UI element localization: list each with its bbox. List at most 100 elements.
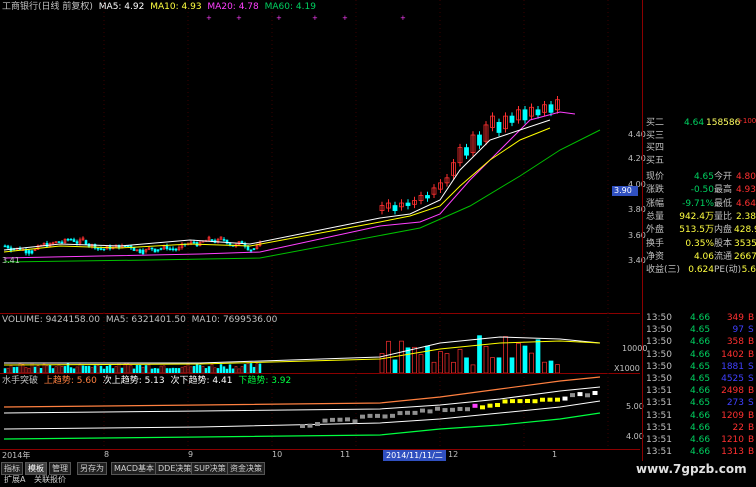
volume-bar xyxy=(548,360,554,373)
date-label: 10 xyxy=(272,450,283,459)
indicator-block xyxy=(592,390,598,395)
tick-time: 13:51 xyxy=(646,422,672,433)
tab-7[interactable]: 资金决策 xyxy=(227,462,265,475)
tick-price: 4.66 xyxy=(690,386,711,397)
volume-bar xyxy=(105,365,109,373)
tab-6[interactable]: SUP决策 xyxy=(191,462,229,475)
tick-row: 13:51 4.66 1210 B xyxy=(646,435,756,446)
tick-time: 13:51 xyxy=(646,398,672,409)
volume-bar xyxy=(57,364,61,373)
tick-time: 13:50 xyxy=(646,349,672,360)
indicator-block xyxy=(412,410,418,415)
candle-body xyxy=(69,238,73,241)
volume-bar xyxy=(48,365,52,373)
volume-bar xyxy=(490,357,495,373)
volume-bar xyxy=(535,339,541,373)
volume-bar xyxy=(522,345,528,373)
volume-bar xyxy=(219,364,223,373)
tick-vol: 1313 xyxy=(721,447,744,458)
volume-bar xyxy=(99,365,103,373)
candle-body xyxy=(464,147,469,156)
quote-label: 涨幅 xyxy=(646,198,665,209)
signal-marker: + xyxy=(342,14,348,22)
quote-value: 2.38 xyxy=(735,211,756,222)
tab-5[interactable]: DDE决策 xyxy=(155,462,195,475)
tick-side: B xyxy=(748,386,755,397)
tab-3[interactable]: 另存为 xyxy=(77,462,107,475)
volume-bar xyxy=(418,354,424,373)
candle-body xyxy=(72,239,76,242)
volume-svg[interactable] xyxy=(0,313,640,373)
tab-row2-0[interactable]: 扩展A xyxy=(2,474,27,485)
quote-label: 外盘 xyxy=(646,225,665,236)
candle-body xyxy=(3,245,7,248)
candle-body xyxy=(156,249,160,252)
indicator-block xyxy=(367,413,373,418)
quote-label: 最高 xyxy=(714,185,733,196)
quote-value: 4.65 xyxy=(693,172,714,182)
volume-bar xyxy=(63,366,67,373)
volume-bar xyxy=(405,347,411,373)
indicator-block xyxy=(555,397,560,402)
kline-svg: + + + + + + xyxy=(3,0,609,313)
indicator-svg[interactable] xyxy=(0,373,640,450)
indicator-block xyxy=(307,423,313,428)
indicator-block xyxy=(435,406,440,411)
tab-4[interactable]: MACD基本 xyxy=(111,462,157,475)
tick-row: 13:50 4.65 4525 S xyxy=(646,374,756,385)
volume-bar xyxy=(444,353,450,373)
candle-body xyxy=(102,248,106,251)
tick-row: 13:50 4.65 1881 S xyxy=(646,362,756,373)
volume-bar xyxy=(78,363,82,373)
tick-vol: 273 xyxy=(726,398,744,409)
tick-vol: 97 xyxy=(732,325,744,336)
candle-body xyxy=(132,247,136,251)
quote-label: 最低 xyxy=(714,198,733,209)
candle-body xyxy=(535,109,541,116)
tick-vol: 349 xyxy=(726,313,744,323)
volume-bar xyxy=(234,366,238,373)
volume-bar xyxy=(138,364,142,373)
indicator-block xyxy=(525,399,530,404)
volume-bar xyxy=(135,365,139,373)
indicator-block xyxy=(352,419,358,424)
candle-body xyxy=(96,247,100,250)
tick-time: 13:51 xyxy=(646,435,672,445)
volume-bar xyxy=(162,365,166,373)
volume-bar xyxy=(240,366,244,373)
quote-value: 2667亿 xyxy=(734,251,756,262)
candle-body xyxy=(210,239,214,241)
tick-price: 4.66 xyxy=(690,435,711,445)
candle-body xyxy=(150,247,154,250)
volume-bar xyxy=(412,346,417,373)
tick-row: 13:50 4.66 349 B xyxy=(646,313,756,324)
volume-bar xyxy=(45,365,49,373)
tab-row2-1[interactable]: 关联报价 xyxy=(32,474,68,485)
order-label: 买二 xyxy=(646,118,665,128)
indicator-block xyxy=(315,422,320,427)
watermark: www.7gpzb.com xyxy=(636,462,747,476)
quote-row: 外盘 513.5万内盘428.9万 xyxy=(646,224,756,236)
candle-body xyxy=(84,240,88,245)
signal-marker: + xyxy=(236,14,242,22)
quote-value: 4.06 xyxy=(693,251,714,262)
quote-row: 换手 0.35%股本3535亿 xyxy=(646,238,756,250)
volume-bar xyxy=(159,365,163,373)
volume-bar xyxy=(198,365,202,373)
indicator-block xyxy=(337,417,343,422)
volume-bar xyxy=(144,365,148,373)
indicator-block xyxy=(322,418,328,423)
volume-bar xyxy=(21,364,25,373)
indicator-block xyxy=(517,399,523,404)
indicator-block xyxy=(375,413,380,418)
indicator-block xyxy=(562,396,568,401)
tick-side: S xyxy=(748,374,754,384)
quote-row: 收益(三) 0.624 PE(动) 5.6 xyxy=(646,264,756,276)
date-label: 8 xyxy=(104,450,110,459)
tick-price: 4.65 xyxy=(690,325,711,336)
volume-bar xyxy=(195,364,199,373)
tick-time: 13:50 xyxy=(646,374,672,384)
tick-price: 4.66 xyxy=(690,410,711,421)
kline-chart[interactable]: 工商银行(日线 前复权) MA5: 4.92 MA10: 4.93 MA20: … xyxy=(0,0,640,313)
indicator-block xyxy=(450,407,455,412)
